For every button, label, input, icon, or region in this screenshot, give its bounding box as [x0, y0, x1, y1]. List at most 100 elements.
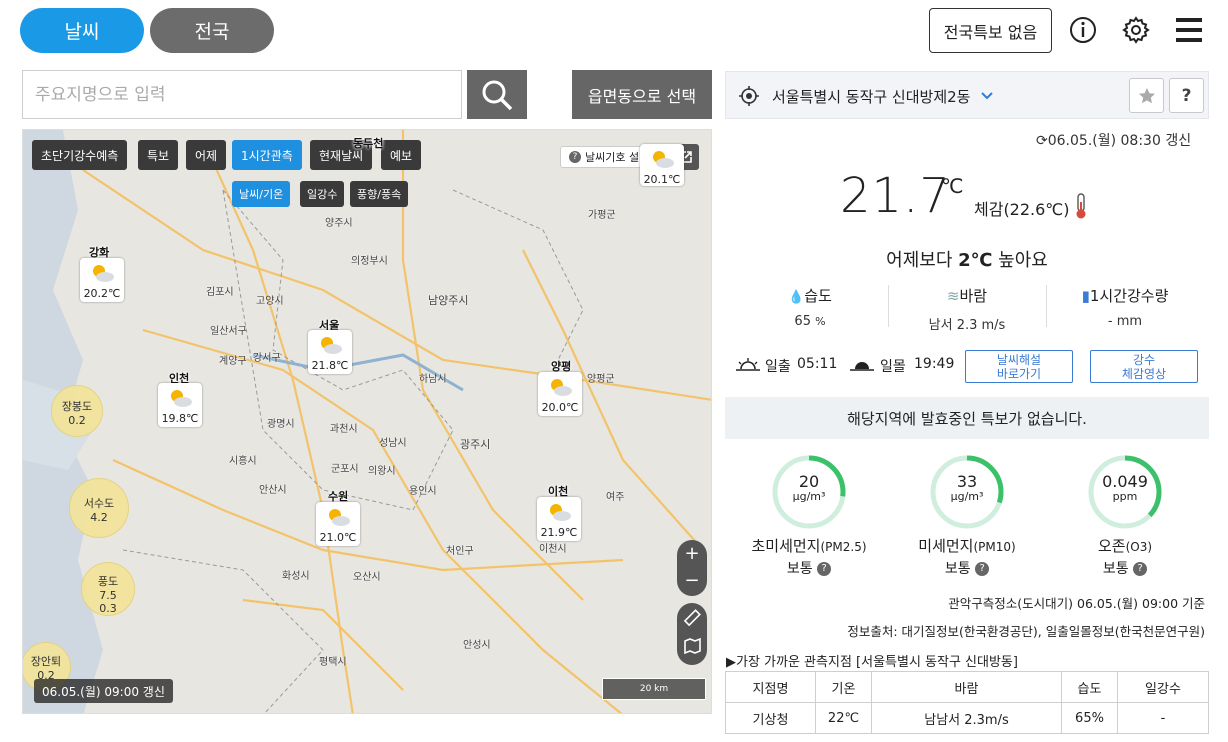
station-card[interactable]: 21.0℃: [316, 502, 360, 546]
gps-icon[interactable]: [738, 85, 760, 107]
station-card[interactable]: 20.0℃: [538, 372, 582, 416]
pm25-sub: (PM2.5): [820, 540, 867, 554]
sunset-label: 일몰: [880, 359, 906, 375]
wind-value: 남서 2.3 m/s: [928, 318, 1006, 333]
wind-stat: ≋바람 남서 2.3 m/s: [887, 285, 1047, 333]
place-label: 고양시: [256, 296, 284, 307]
temp-unit: ℃: [941, 174, 964, 198]
wind-point[interactable]: 서수도 4.2: [69, 478, 129, 538]
location-name[interactable]: 서울특별시 동작구 신대방제2동: [772, 86, 970, 107]
place-label: 안성시: [463, 640, 491, 651]
sunrise-time: 05:11: [797, 356, 838, 372]
table-header-row: 지점명 기온 바람 습도 일강수: [725, 671, 1209, 703]
chip-nowcast[interactable]: 초단기강수예측: [32, 140, 128, 170]
zoom-control[interactable]: + −: [677, 540, 707, 596]
help-icon[interactable]: ?: [817, 562, 832, 576]
partly-cloudy-icon: [550, 504, 571, 521]
humidity-stat: 💧습도 65 %: [730, 285, 890, 329]
search-input[interactable]: [22, 70, 462, 119]
place-label: 양평군: [587, 374, 615, 385]
table-header: 기온: [815, 671, 872, 703]
wind-point-name: 장봉도: [61, 400, 93, 413]
map-type-icon: [684, 637, 701, 655]
search-button[interactable]: [467, 70, 527, 119]
question-icon: ?: [569, 151, 581, 163]
place-label: 화성시: [282, 571, 310, 582]
place-label: 여주: [606, 492, 625, 503]
chevron-down-icon[interactable]: [981, 92, 993, 100]
subchip-weather-temp[interactable]: 날씨/기온: [232, 181, 291, 207]
special-report-button[interactable]: 전국특보 없음: [929, 8, 1052, 53]
tab-weather[interactable]: 날씨: [20, 8, 144, 53]
place-label: 강서구: [253, 353, 281, 364]
place-label: 의정부시: [351, 256, 388, 267]
wind-point-name: 서수도: [83, 497, 115, 510]
thermometer-icon: [1076, 193, 1086, 219]
pm25-unit: μg/m³: [792, 490, 826, 503]
wind-icon: ≋: [946, 287, 960, 305]
rain-video-button[interactable]: 강수 체감영상: [1090, 350, 1198, 383]
ozone-label: 오존(O3): [1045, 535, 1205, 556]
place-label: 광명시: [267, 419, 295, 430]
place-label: 성남시: [379, 438, 407, 449]
help-icon[interactable]: ?: [975, 562, 990, 576]
compare-value: 2℃: [958, 250, 993, 271]
refresh-icon[interactable]: ⟳: [1036, 133, 1048, 149]
tab-nation[interactable]: 전국: [150, 8, 274, 53]
pm25-state-text: 보통: [786, 561, 813, 577]
help-icon[interactable]: ?: [1133, 562, 1148, 576]
info-icon[interactable]: [1067, 14, 1099, 46]
subchip-daily-rain[interactable]: 일강수: [300, 181, 345, 207]
zoom-out-icon[interactable]: −: [677, 567, 707, 594]
emd-select-button[interactable]: 읍면동으로 선택: [572, 70, 712, 119]
station-temp: 21.9℃: [540, 526, 578, 539]
wind-point-value: 4.2: [90, 511, 108, 524]
menu-icon[interactable]: [1173, 14, 1205, 46]
wind-point[interactable]: 풍도 7.5 0.3: [81, 562, 135, 616]
map-tools[interactable]: [677, 603, 707, 665]
ozone-unit: ppm: [1112, 490, 1138, 503]
ozone-gauge: 0.049 ppm: [1085, 452, 1165, 532]
chip-forecast[interactable]: 예보: [381, 140, 422, 170]
wind-point-name: 장안퇴: [30, 655, 62, 668]
nearest-table: 지점명 기온 바람 습도 일강수 기상청 22℃ 남남서 2.3m/s 65% …: [725, 671, 1209, 734]
humidity-unit: %: [815, 315, 826, 328]
weather-explain-button[interactable]: 날씨해설 바로가기: [965, 350, 1073, 383]
help-button[interactable]: ?: [1169, 78, 1204, 113]
partly-cloudy-icon: [171, 390, 192, 407]
chip-hourly-obs[interactable]: 1시간관측: [232, 140, 302, 170]
pm25-label-text: 초미세먼지: [751, 537, 821, 555]
station-name: 동두천: [353, 137, 384, 150]
station-card[interactable]: 21.8℃: [308, 330, 352, 374]
station-card[interactable]: 19.8℃: [158, 383, 202, 427]
partly-cloudy-icon: [551, 379, 572, 396]
station-temp: 21.0℃: [319, 531, 357, 544]
update-time[interactable]: ⟳06.05.(월) 08:30 갱신: [1036, 130, 1191, 150]
station-card[interactable]: 21.9℃: [537, 497, 581, 541]
subchip-wind[interactable]: 풍향/풍속: [350, 181, 409, 207]
zoom-in-icon[interactable]: +: [677, 540, 707, 567]
place-label: 군포시: [331, 464, 359, 475]
place-label: 가평군: [588, 210, 616, 221]
chip-special[interactable]: 특보: [138, 140, 179, 170]
weather-map[interactable]: 초단기강수예측 특보 어제 1시간관측 현재날씨 예보 날씨/기온 일강수 풍향…: [22, 129, 712, 714]
station-card[interactable]: 20.2℃: [80, 258, 124, 302]
partly-cloudy-icon: [329, 509, 350, 526]
place-label: 처인구: [446, 546, 474, 557]
favorite-button[interactable]: [1129, 78, 1164, 113]
place-label: 일산서구: [210, 326, 247, 337]
chip-yesterday[interactable]: 어제: [186, 140, 227, 170]
wind-point-name: 풍도: [97, 575, 119, 588]
station-temp: 20.1℃: [643, 173, 681, 186]
rain-gauge-icon: ▮: [1081, 287, 1090, 305]
station-temp: 20.0℃: [541, 401, 579, 414]
wind-point[interactable]: 장봉도 0.2: [51, 385, 103, 437]
drop-icon: 💧: [788, 290, 805, 305]
ozone-sub: (O3): [1125, 540, 1153, 554]
ozone-value: 0.049: [1102, 472, 1148, 491]
location-bar[interactable]: 서울특별시 동작구 신대방제2동 ?: [725, 71, 1209, 119]
gear-icon[interactable]: [1120, 14, 1152, 46]
table-cell: 기상청: [725, 702, 816, 734]
station-card[interactable]: 20.1℃: [640, 144, 684, 186]
partly-cloudy-icon: [653, 151, 674, 168]
